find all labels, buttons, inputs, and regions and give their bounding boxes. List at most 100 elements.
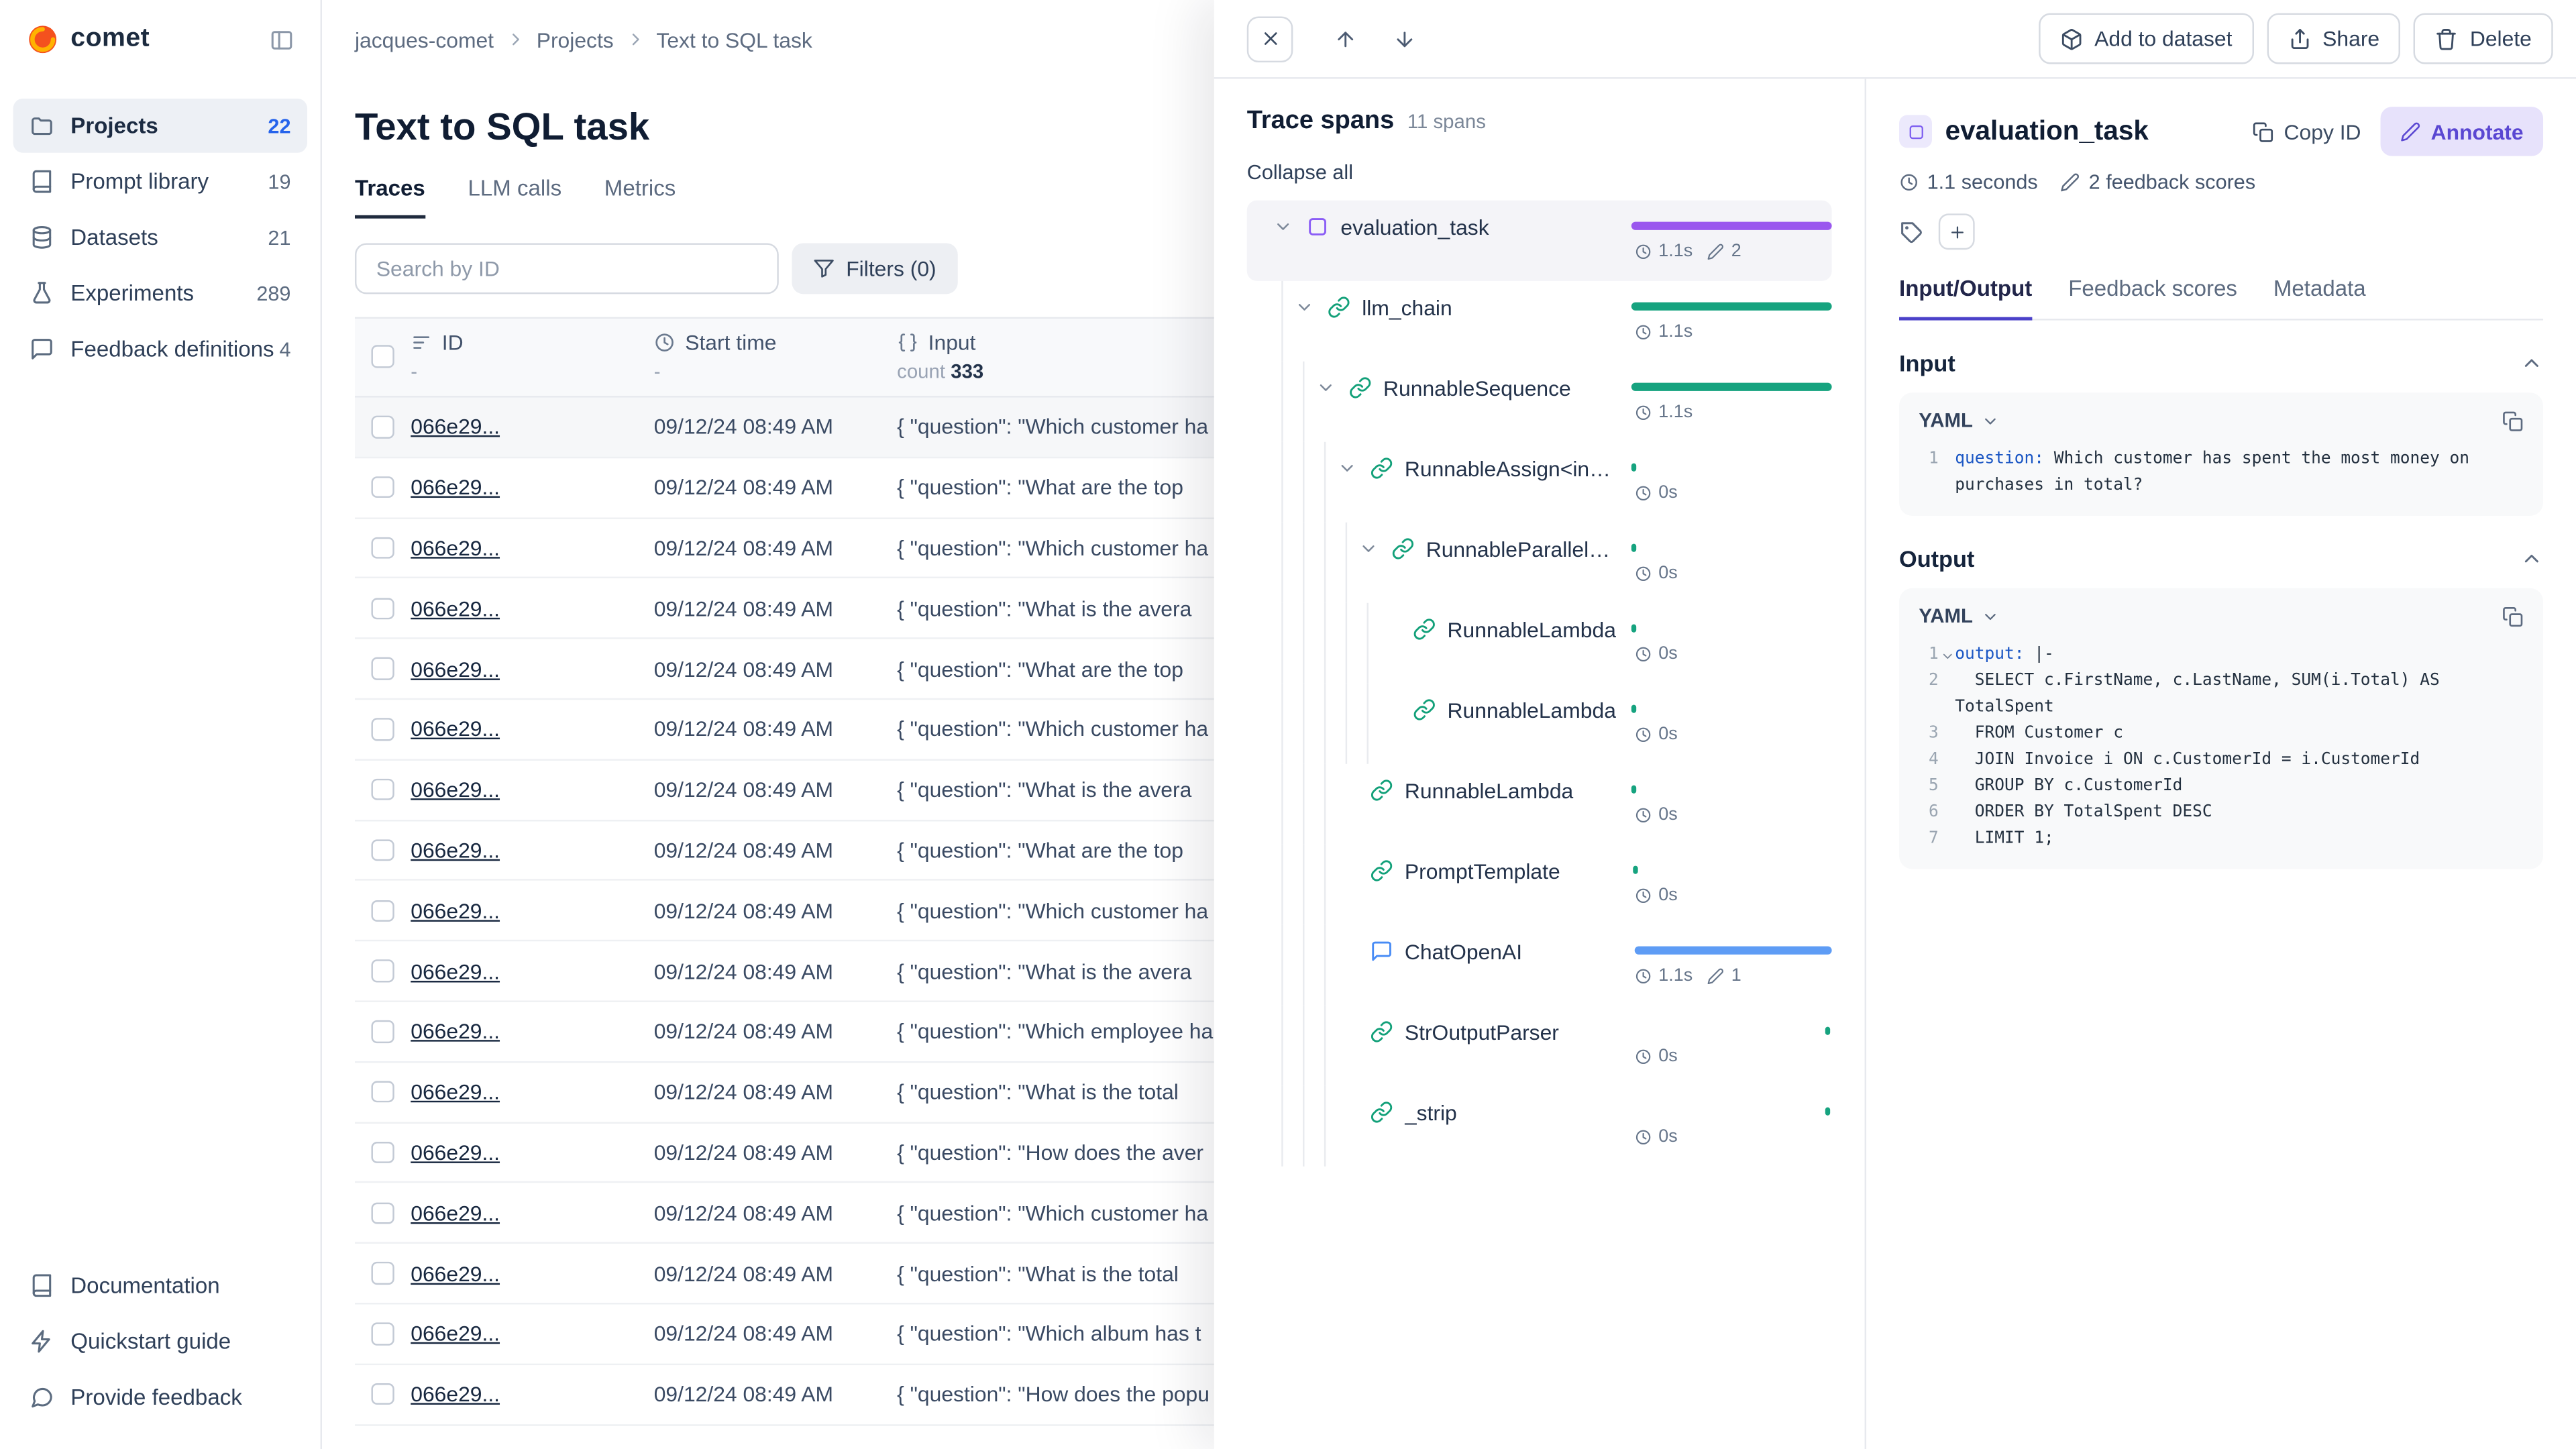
row-checkbox[interactable]: [372, 476, 394, 498]
chevron-down-icon[interactable]: [1358, 539, 1378, 558]
book-icon: [30, 169, 54, 194]
collapse-all-button[interactable]: Collapse all: [1247, 161, 1353, 184]
tree-guide-line: [1281, 442, 1283, 523]
copy-id-button[interactable]: Copy ID: [2239, 113, 2374, 150]
trace-id-link[interactable]: 066e29...: [411, 1261, 500, 1286]
braces-icon: [897, 332, 918, 354]
row-checkbox[interactable]: [372, 960, 394, 982]
sidebar-item-experiments[interactable]: Experiments289: [13, 266, 307, 321]
trace-id-link[interactable]: 066e29...: [411, 475, 500, 500]
chevron-down-icon[interactable]: [1273, 217, 1293, 236]
span-row-llm-chain[interactable]: llm_chain1.1s: [1247, 281, 1832, 362]
tab-metrics[interactable]: Metrics: [604, 176, 676, 219]
row-checkbox[interactable]: [372, 1323, 394, 1345]
row-checkbox[interactable]: [372, 779, 394, 801]
row-checkbox[interactable]: [372, 597, 394, 619]
span-row-prompttemplate[interactable]: PromptTemplate0s: [1247, 845, 1832, 925]
breadcrumb-workspace[interactable]: jacques-comet: [355, 27, 494, 52]
trace-id-link[interactable]: 066e29...: [411, 1079, 500, 1104]
next-trace-button[interactable]: [1385, 19, 1424, 58]
tab-traces[interactable]: Traces: [355, 176, 425, 219]
row-checkbox[interactable]: [372, 900, 394, 922]
trace-id-link[interactable]: 066e29...: [411, 1201, 500, 1226]
previous-trace-button[interactable]: [1326, 19, 1365, 58]
sidebar-item-feedback-definitions[interactable]: Feedback definitions4: [13, 322, 307, 376]
trace-id-link[interactable]: 066e29...: [411, 838, 500, 863]
tab-feedback-scores[interactable]: Feedback scores: [2068, 276, 2237, 320]
column-header-input[interactable]: Input: [928, 330, 976, 355]
filters-button[interactable]: Filters (0): [792, 243, 957, 294]
trace-id-link[interactable]: 066e29...: [411, 959, 500, 983]
span-row-runnablelambda[interactable]: RunnableLambda0s: [1247, 684, 1832, 764]
add-to-dataset-button[interactable]: Add to dataset: [2039, 13, 2253, 64]
trace-id-link[interactable]: 066e29...: [411, 898, 500, 923]
span-row-evaluation-task[interactable]: evaluation_task1.1s2: [1247, 201, 1832, 281]
delete-button[interactable]: Delete: [2414, 13, 2553, 64]
trace-id-link[interactable]: 066e29...: [411, 1140, 500, 1165]
select-all-checkbox[interactable]: [372, 345, 394, 368]
tab-llm-calls[interactable]: LLM calls: [468, 176, 561, 219]
trace-start-time: 09/12/24 08:49 AM: [654, 415, 897, 439]
row-checkbox[interactable]: [372, 718, 394, 741]
span-row-runnablelambda[interactable]: RunnableLambda0s: [1247, 764, 1832, 845]
span-row-strip[interactable]: _strip0s: [1247, 1086, 1832, 1167]
row-checkbox[interactable]: [372, 1081, 394, 1103]
row-checkbox[interactable]: [372, 657, 394, 680]
share-button[interactable]: Share: [2267, 13, 2401, 64]
sidebar-item-quickstart-guide[interactable]: Quickstart guide: [13, 1314, 307, 1368]
span-row-runnablelambda[interactable]: RunnableLambda0s: [1247, 603, 1832, 684]
trace-id-link[interactable]: 066e29...: [411, 717, 500, 742]
chevron-down-icon[interactable]: [1940, 648, 1955, 663]
trace-id-link[interactable]: 066e29...: [411, 1382, 500, 1407]
trace-id-link[interactable]: 066e29...: [411, 1019, 500, 1044]
sidebar-item-datasets[interactable]: Datasets21: [13, 210, 307, 264]
sidebar-item-documentation[interactable]: Documentation: [13, 1258, 307, 1313]
sidebar-item-provide-feedback[interactable]: Provide feedback: [13, 1370, 307, 1424]
sidebar-collapse-button[interactable]: [261, 19, 301, 59]
chevron-down-icon[interactable]: [1337, 458, 1356, 478]
span-row-runnablesequence[interactable]: RunnableSequence1.1s: [1247, 362, 1832, 442]
row-checkbox[interactable]: [372, 416, 394, 438]
chevron-down-icon[interactable]: [1316, 378, 1336, 397]
add-tag-button[interactable]: [1939, 213, 1975, 250]
tab-metadata[interactable]: Metadata: [2273, 276, 2366, 320]
trace-id-link[interactable]: 066e29...: [411, 535, 500, 560]
annotate-button[interactable]: Annotate: [2381, 107, 2543, 156]
span-row-runnableparallel-in[interactable]: RunnableParallel<in...0s: [1247, 523, 1832, 603]
search-input[interactable]: [355, 243, 779, 294]
row-checkbox[interactable]: [372, 1263, 394, 1285]
row-checkbox[interactable]: [372, 1141, 394, 1163]
trace-id-link[interactable]: 066e29...: [411, 777, 500, 802]
span-row-chatopenai[interactable]: ChatOpenAI1.1s1: [1247, 925, 1832, 1006]
output-format-select[interactable]: YAML: [1919, 604, 1999, 627]
chevron-down-icon[interactable]: [1295, 297, 1314, 317]
row-checkbox[interactable]: [372, 1383, 394, 1405]
line-number: 1: [1919, 643, 1938, 669]
column-header-start-time[interactable]: Start time: [685, 330, 776, 355]
tab-input-output[interactable]: Input/Output: [1899, 276, 2032, 320]
task-icon: [1306, 215, 1329, 238]
sidebar-item-projects[interactable]: Projects22: [13, 99, 307, 153]
tag-icon[interactable]: [1899, 219, 1924, 244]
trace-id-link[interactable]: 066e29...: [411, 657, 500, 682]
row-checkbox[interactable]: [372, 537, 394, 559]
sidebar-item-prompt-library[interactable]: Prompt library19: [13, 154, 307, 209]
trace-id-link[interactable]: 066e29...: [411, 596, 500, 621]
input-format-select[interactable]: YAML: [1919, 409, 1999, 432]
chain-icon: [1413, 698, 1436, 721]
copy-icon[interactable]: [2502, 410, 2524, 431]
close-button[interactable]: [1247, 15, 1293, 62]
chevron-up-icon[interactable]: [2520, 352, 2543, 374]
row-checkbox[interactable]: [372, 1201, 394, 1224]
breadcrumb-projects[interactable]: Projects: [537, 27, 614, 52]
chevron-up-icon[interactable]: [2520, 547, 2543, 570]
row-checkbox[interactable]: [372, 839, 394, 861]
column-header-id[interactable]: ID: [442, 330, 464, 355]
row-checkbox[interactable]: [372, 1020, 394, 1042]
trace-id-link[interactable]: 066e29...: [411, 415, 500, 439]
copy-icon[interactable]: [2502, 605, 2524, 627]
span-row-stroutputparser[interactable]: StrOutputParser0s: [1247, 1006, 1832, 1086]
trace-id-link[interactable]: 066e29...: [411, 1322, 500, 1346]
tree-guide-line: [1303, 523, 1304, 603]
span-row-runnableassign-inpu[interactable]: RunnableAssign<inpu...0s: [1247, 442, 1832, 523]
